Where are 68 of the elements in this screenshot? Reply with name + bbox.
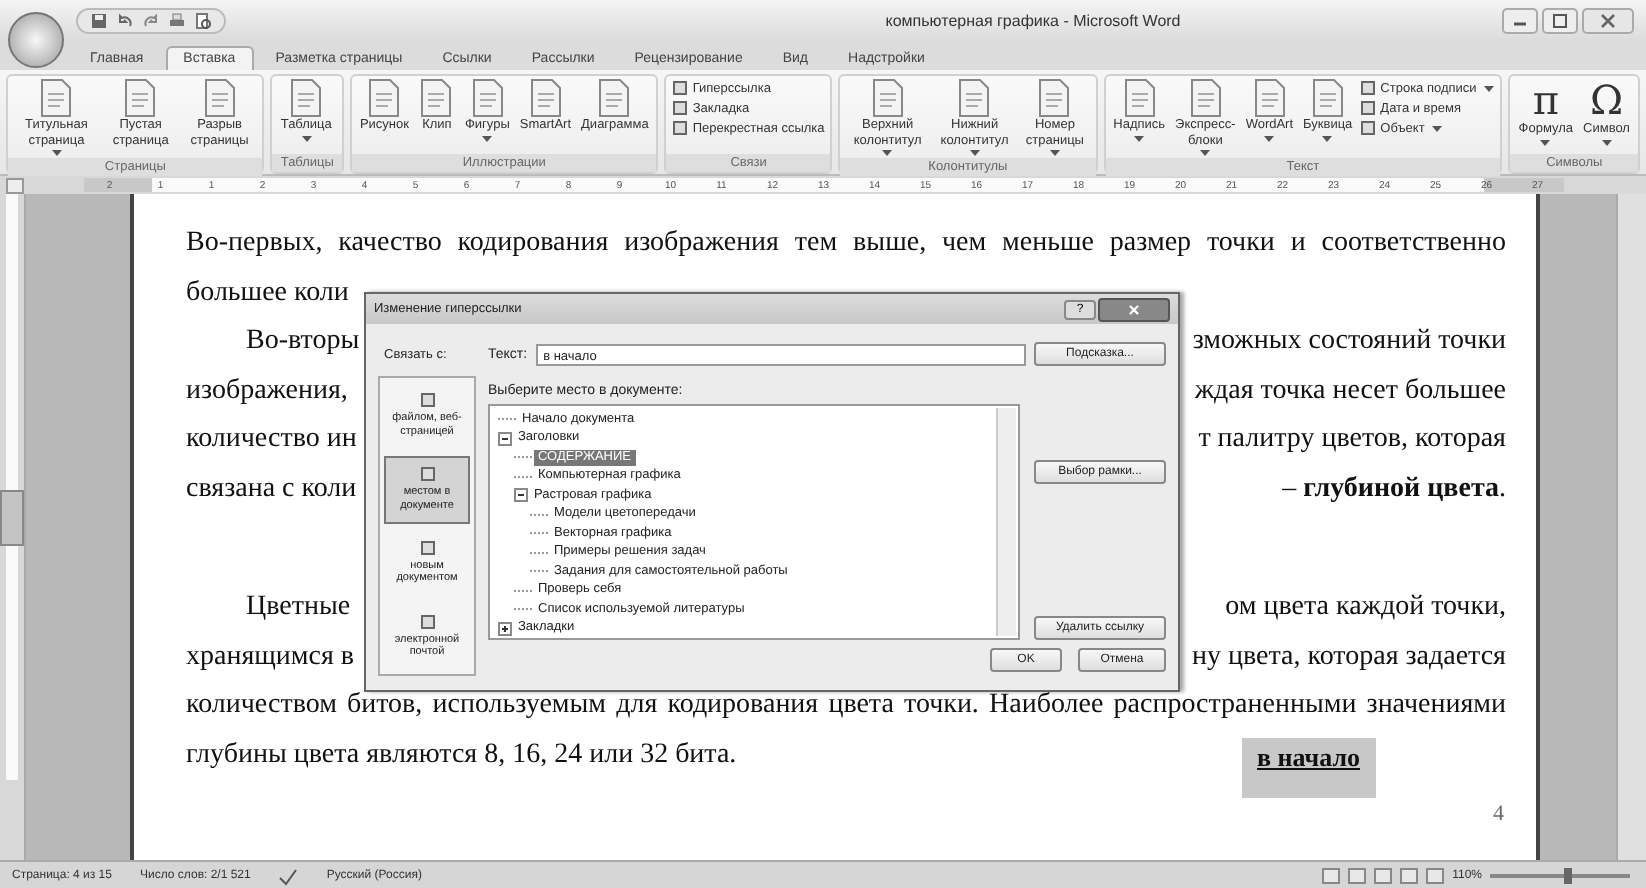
page-icon bbox=[38, 78, 75, 118]
paragraph-fragment: связана с коли bbox=[186, 473, 357, 506]
paragraph-fragment: количество ин bbox=[186, 424, 357, 457]
paragraph-fragment: Во-вторы bbox=[246, 326, 360, 359]
window-title: компьютерная графика - Microsoft Word bbox=[885, 11, 1181, 29]
document-icon bbox=[419, 539, 435, 556]
preview-icon[interactable] bbox=[194, 11, 212, 29]
paragraph-fragment: ом цвета каждой точки, bbox=[1225, 592, 1506, 625]
close-icon bbox=[1128, 303, 1140, 315]
page-number: 4 bbox=[1493, 802, 1504, 826]
minimize-button[interactable] bbox=[1502, 7, 1538, 33]
hyperlink[interactable]: в начало bbox=[1241, 737, 1376, 797]
page-icon bbox=[1251, 78, 1288, 118]
page-icon bbox=[1121, 78, 1158, 118]
page-icon bbox=[122, 78, 159, 118]
vertical-scrollbar[interactable] bbox=[1616, 194, 1646, 860]
undo-icon[interactable] bbox=[116, 11, 134, 29]
restore-button[interactable] bbox=[1542, 7, 1578, 33]
dropdown-caret-icon bbox=[1134, 135, 1145, 141]
page-icon bbox=[1036, 78, 1073, 118]
paragraph-fragment: большее коли bbox=[186, 277, 349, 310]
dropdown-caret-icon bbox=[1601, 139, 1612, 145]
paragraph-line: Во-первых, качество кодирования изображения тем выше, чем меньше размер точки и соответственно bbox=[186, 226, 1506, 262]
tree-scrollbar[interactable] bbox=[996, 408, 1016, 636]
paragraph-fragment: изображения, bbox=[186, 375, 348, 408]
paragraph-fragment: – глубиной цвета. bbox=[1282, 473, 1506, 506]
dropdown-caret-icon bbox=[1322, 135, 1333, 141]
redo-icon[interactable] bbox=[142, 11, 160, 29]
proofing-icon[interactable] bbox=[278, 867, 299, 885]
page-icon bbox=[366, 78, 403, 118]
page-icon bbox=[869, 78, 906, 118]
paragraph-fragment: хранящимся в bbox=[186, 641, 355, 674]
print-icon[interactable] bbox=[168, 11, 186, 29]
paragraph-line: глубины цвета являются 8, 16, 24 или 32 бита. bbox=[186, 739, 737, 772]
save-icon[interactable] bbox=[90, 11, 108, 29]
expand-icon[interactable] bbox=[498, 621, 512, 636]
page-icon bbox=[596, 78, 633, 118]
ruler-toggle[interactable] bbox=[6, 177, 24, 193]
page-icon bbox=[201, 78, 238, 118]
page-icon bbox=[469, 78, 506, 118]
paragraph-fragment: Цветные bbox=[246, 592, 351, 625]
dropdown-caret-icon bbox=[1264, 135, 1275, 141]
paragraph-line: количеством битов, используемым для кодирования цвета точки. Наиболее распространенными значениями bbox=[186, 688, 1506, 724]
paragraph-fragment: зможных состояний точки bbox=[1192, 326, 1506, 359]
dropdown-caret-icon bbox=[301, 135, 312, 141]
office-button[interactable] bbox=[8, 12, 64, 68]
zoom-thumb[interactable] bbox=[1563, 868, 1571, 884]
page-icon bbox=[1309, 78, 1346, 118]
close-button[interactable] bbox=[1098, 297, 1170, 321]
collapse-icon[interactable] bbox=[514, 488, 528, 503]
page-icon bbox=[418, 78, 455, 118]
document-icon bbox=[419, 466, 435, 483]
paragraph-fragment: ну цвета, которая задается bbox=[1192, 641, 1506, 674]
dropdown-caret-icon bbox=[1484, 85, 1495, 91]
browse-button[interactable] bbox=[0, 490, 24, 546]
page-icon bbox=[527, 78, 564, 118]
page-icon bbox=[1187, 78, 1224, 118]
page-icon bbox=[956, 78, 993, 118]
paragraph-fragment: т палитру цветов, которая bbox=[1198, 424, 1506, 457]
dropdown-caret-icon bbox=[482, 135, 493, 141]
page-icon bbox=[288, 78, 325, 118]
dropdown-caret-icon bbox=[1432, 125, 1443, 131]
collapse-icon[interactable] bbox=[498, 431, 512, 446]
close-button[interactable] bbox=[1582, 7, 1634, 33]
dropdown-caret-icon bbox=[1540, 139, 1551, 145]
paragraph-fragment: ждая точка несет большее bbox=[1194, 375, 1506, 408]
document-icon bbox=[419, 392, 435, 409]
document-icon bbox=[419, 613, 435, 630]
